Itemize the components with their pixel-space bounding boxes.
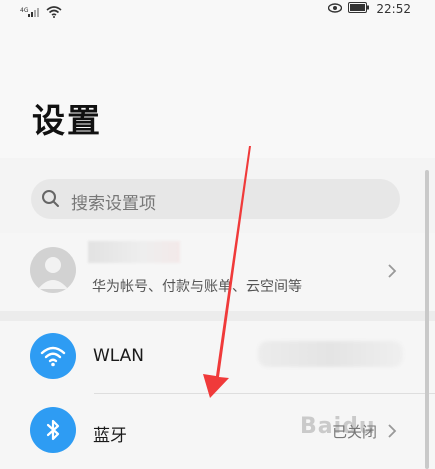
watermark-logo: Baidu	[300, 414, 376, 439]
status-bar: 4G 22:52	[0, 0, 435, 20]
list-item-wlan[interactable]: WLAN	[0, 321, 435, 393]
bluetooth-icon	[30, 407, 76, 453]
page-title: 设置	[32, 101, 102, 140]
battery-icon	[348, 2, 370, 16]
avatar	[30, 247, 76, 293]
search-placeholder: 搜索设置项	[71, 194, 156, 214]
eye-icon	[328, 2, 343, 16]
search-input[interactable]: 搜索设置项	[31, 179, 400, 219]
bluetooth-label: 蓝牙	[93, 426, 127, 446]
status-right: 22:52	[328, 2, 411, 16]
status-time: 22:52	[376, 2, 411, 16]
avatar-icon	[38, 257, 68, 289]
chevron-right-icon	[386, 423, 398, 443]
account-name-redacted	[88, 241, 180, 263]
svg-text:4G: 4G	[20, 7, 29, 14]
settings-list: WLAN 蓝牙 已关闭	[0, 321, 435, 469]
search-icon	[41, 189, 61, 213]
account-card[interactable]: 华为帐号、付款与账单、云空间等	[0, 233, 435, 311]
wlan-value-redacted	[258, 341, 403, 367]
wlan-label: WLAN	[93, 346, 145, 366]
chevron-right-icon	[386, 263, 398, 283]
section-divider	[0, 311, 435, 321]
scrollbar[interactable]	[425, 170, 429, 469]
wifi-icon	[30, 333, 76, 379]
account-subtitle: 华为帐号、付款与账单、云空间等	[92, 279, 302, 295]
